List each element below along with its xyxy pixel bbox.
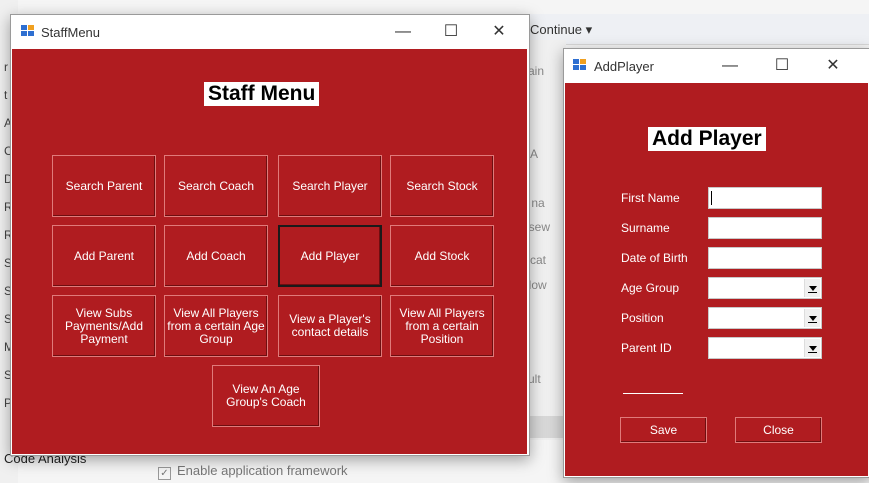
close-button[interactable]: Close xyxy=(735,417,822,443)
enable-framework-checkbox[interactable]: ✓ Enable application framework xyxy=(158,463,348,480)
divider-line xyxy=(623,393,683,394)
form-icon xyxy=(21,25,35,37)
field-label: Position xyxy=(621,311,664,325)
search-stock-button[interactable]: Search Stock xyxy=(390,155,494,217)
ide-left-letter: r xyxy=(4,60,8,74)
staff-menu-titlebar[interactable]: StaffMenu — ☐ ✕ xyxy=(11,15,529,49)
staff-menu-window: StaffMenu — ☐ ✕ Staff Menu Search Parent… xyxy=(10,14,530,456)
age-group-combobox[interactable] xyxy=(708,277,822,299)
form-icon xyxy=(573,59,587,71)
add-parent-button[interactable]: Add Parent xyxy=(52,225,156,287)
view-player-contact-button[interactable]: View a Player's contact details xyxy=(278,295,382,357)
add-player-titlebar[interactable]: AddPlayer — ☐ ✕ xyxy=(564,49,869,83)
first-name-input[interactable] xyxy=(708,187,822,209)
staff-menu-client: Staff Menu Search Parent Search Coach Sear… xyxy=(12,49,527,454)
minimize-icon[interactable]: — xyxy=(710,53,750,79)
minimize-icon[interactable]: — xyxy=(383,19,423,45)
add-coach-button[interactable]: Add Coach xyxy=(164,225,268,287)
staff-menu-title: StaffMenu xyxy=(41,25,101,40)
search-player-button[interactable]: Search Player xyxy=(278,155,382,217)
add-player-client: Add Player First Name Surname Date of Birt… xyxy=(565,83,868,476)
add-stock-button[interactable]: Add Stock xyxy=(390,225,494,287)
checkbox-icon: ✓ xyxy=(158,467,171,480)
view-all-players-age-button[interactable]: View All Players from a certain Age Grou… xyxy=(164,295,268,357)
close-icon[interactable]: ✕ xyxy=(479,19,519,45)
enable-framework-label: Enable application framework xyxy=(177,463,348,478)
maximize-icon[interactable]: ☐ xyxy=(762,53,802,79)
field-label: Parent ID xyxy=(621,341,672,355)
continue-button[interactable]: Continue ▾ xyxy=(530,22,592,38)
position-combobox[interactable] xyxy=(708,307,822,329)
close-icon[interactable]: ✕ xyxy=(813,53,853,79)
view-subs-button[interactable]: View Subs Payments/Add Payment xyxy=(52,295,156,357)
add-player-button[interactable]: Add Player xyxy=(278,225,382,287)
view-age-group-coach-button[interactable]: View An Age Group's Coach xyxy=(212,365,320,427)
staff-menu-heading: Staff Menu xyxy=(204,82,320,106)
search-parent-button[interactable]: Search Parent xyxy=(52,155,156,217)
surname-input[interactable] xyxy=(708,217,822,239)
ide-left-letter: t xyxy=(4,88,8,102)
parent-id-combobox[interactable] xyxy=(708,337,822,359)
dropdown-arrow-icon[interactable] xyxy=(804,279,820,297)
save-button[interactable]: Save xyxy=(620,417,707,443)
dropdown-arrow-icon[interactable] xyxy=(804,309,820,327)
field-label: Date of Birth xyxy=(621,251,688,265)
maximize-icon[interactable]: ☐ xyxy=(431,19,471,45)
field-label: Age Group xyxy=(621,281,680,295)
search-coach-button[interactable]: Search Coach xyxy=(164,155,268,217)
add-player-window: AddPlayer — ☐ ✕ Add Player First Name Sur… xyxy=(563,48,869,478)
add-player-heading: Add Player xyxy=(648,127,766,151)
field-label: First Name xyxy=(621,191,680,205)
add-player-title: AddPlayer xyxy=(594,59,654,74)
field-label: Surname xyxy=(621,221,670,235)
text-caret xyxy=(711,191,712,205)
date-of-birth-input[interactable] xyxy=(708,247,822,269)
dropdown-arrow-icon[interactable] xyxy=(804,339,820,357)
view-all-players-position-button[interactable]: View All Players from a certain Position xyxy=(390,295,494,357)
